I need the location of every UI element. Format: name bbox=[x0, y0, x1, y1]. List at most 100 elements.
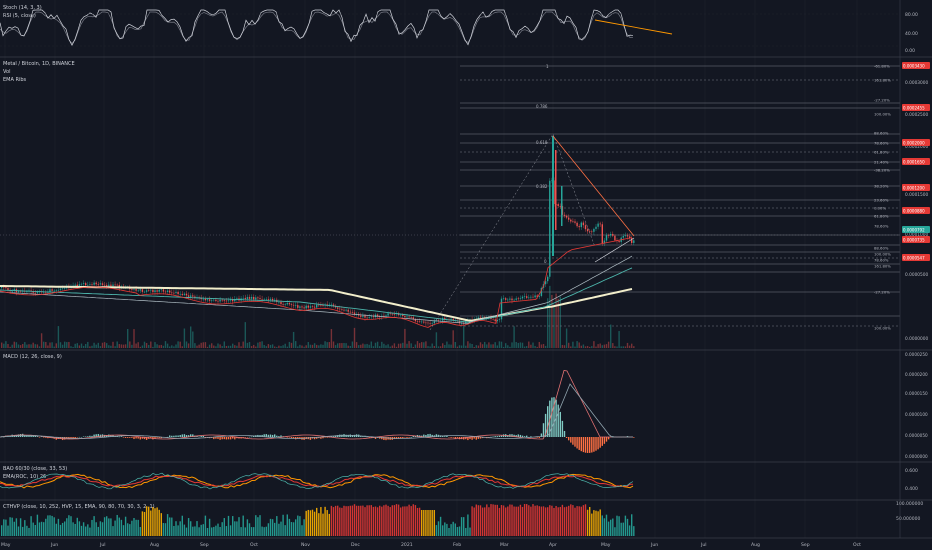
volume-bar-1 bbox=[3, 343, 5, 348]
cthvp-bar-95 bbox=[200, 524, 202, 536]
cthvp-bar-169 bbox=[355, 505, 358, 536]
macd-hist-bar-248 bbox=[521, 435, 524, 437]
volume-bar-179 bbox=[376, 341, 379, 348]
volume-bar-151 bbox=[318, 345, 320, 348]
candle-body-16 bbox=[34, 292, 36, 294]
volume-bar-176 bbox=[370, 341, 372, 348]
candle-body-204 bbox=[429, 323, 431, 324]
cthvp-bar-298 bbox=[626, 518, 629, 536]
volume-bar-200 bbox=[421, 342, 423, 348]
candle-body-142 bbox=[299, 306, 301, 308]
volume-bar-222 bbox=[467, 341, 469, 348]
candle-body-146 bbox=[307, 305, 309, 308]
time-label-1: Jun bbox=[50, 542, 58, 548]
cthvp-bar-26 bbox=[55, 523, 57, 536]
volume-bar-40 bbox=[85, 344, 87, 348]
candle-body-3 bbox=[7, 288, 9, 290]
candle-body-172 bbox=[362, 315, 364, 317]
cthvp-bar-25 bbox=[53, 517, 55, 536]
volume-bar-271 bbox=[570, 346, 572, 348]
cthvp-bar-60 bbox=[127, 523, 129, 536]
cthvp-bar-212 bbox=[446, 523, 448, 536]
candle-body-171 bbox=[360, 315, 362, 317]
macd-hist-bar-132 bbox=[278, 436, 280, 437]
cthvp-bar-145 bbox=[305, 510, 307, 536]
volume-bar-184 bbox=[387, 344, 389, 348]
cthvp-bar-55 bbox=[116, 514, 118, 536]
cthvp-bar-177 bbox=[372, 506, 375, 536]
macd-hist-bar-191 bbox=[402, 437, 404, 439]
macd-tick-1: 0.0000200 bbox=[905, 372, 928, 377]
volume-bar-22 bbox=[47, 345, 49, 348]
candle-body-254 bbox=[534, 295, 536, 298]
volume-bar-133 bbox=[280, 346, 282, 348]
macd-hist-bar-60 bbox=[127, 437, 129, 438]
cthvp-bar-1 bbox=[3, 519, 5, 536]
volume-bar-84 bbox=[177, 341, 179, 348]
cthvp-bar-241 bbox=[507, 506, 509, 536]
cthvp-bar-291 bbox=[612, 518, 614, 536]
candle-body-279 bbox=[586, 229, 589, 232]
candle-body-5 bbox=[11, 290, 13, 292]
macd-hist-bar-281 bbox=[591, 437, 593, 453]
cthvp-bar-220 bbox=[463, 517, 465, 536]
volume-bar-223 bbox=[469, 343, 471, 348]
cthvp-bar-63 bbox=[133, 518, 135, 536]
cthvp-bar-189 bbox=[397, 504, 400, 536]
cthvp-bar-240 bbox=[505, 507, 507, 536]
cthvp-bar-185 bbox=[389, 507, 391, 536]
volume-bar-148 bbox=[311, 344, 314, 348]
candle-body-278 bbox=[584, 225, 587, 230]
volume-bar-13 bbox=[28, 344, 30, 348]
candle-body-199 bbox=[418, 321, 421, 323]
cthvp-bar-223 bbox=[469, 527, 471, 536]
macd-hist-bar-175 bbox=[368, 437, 370, 438]
volume-bar-25 bbox=[53, 346, 55, 348]
cthvp-bar-32 bbox=[68, 515, 70, 536]
macd-hist-bar-195 bbox=[410, 436, 412, 438]
macd-hist-bar-234 bbox=[492, 436, 494, 438]
cthvp-bar-230 bbox=[484, 507, 486, 536]
volume-bar-284 bbox=[597, 344, 599, 348]
volume-bar-178 bbox=[374, 342, 377, 348]
volume-bar-225 bbox=[473, 346, 475, 348]
volume-bar-230 bbox=[484, 341, 486, 348]
cthvp-bar-253 bbox=[532, 504, 534, 536]
volume-bar-298 bbox=[626, 342, 629, 348]
cthvp-bar-72 bbox=[152, 507, 154, 536]
volume-bar-26 bbox=[55, 343, 57, 348]
volume-bar-62 bbox=[131, 344, 133, 348]
cthvp-bar-262 bbox=[551, 505, 553, 536]
cthvp-bar-186 bbox=[391, 505, 393, 536]
trading-chart[interactable]: Stoch (14, 3, 3) RSI (5, close) 80.00 40… bbox=[0, 0, 932, 550]
volume-bar-209 bbox=[439, 346, 442, 348]
fib-left-label-3: 0.382 bbox=[536, 184, 548, 189]
volume-bar-293 bbox=[616, 346, 618, 348]
cthvp-bar-183 bbox=[385, 504, 387, 536]
cthvp-bar-215 bbox=[452, 521, 454, 536]
cthvp-bar-42 bbox=[89, 527, 91, 536]
candle-body-62 bbox=[131, 289, 133, 290]
cthvp-bar-27 bbox=[57, 518, 60, 536]
volume-bar-195 bbox=[410, 343, 412, 348]
cthvp-bar-96 bbox=[202, 524, 204, 536]
cthvp-tick-50: 50.000000 bbox=[896, 516, 920, 522]
time-label-0: May bbox=[1, 542, 11, 548]
volume-bar-80 bbox=[169, 346, 171, 348]
stoch-tick-0: 0.00 bbox=[905, 48, 915, 54]
candle-body-244 bbox=[513, 299, 515, 301]
volume-bar-68 bbox=[143, 341, 146, 348]
cthvp-bar-228 bbox=[479, 505, 482, 536]
volume-bar-123 bbox=[259, 341, 261, 348]
cthvp-bar-114 bbox=[240, 527, 242, 536]
cthvp-bar-128 bbox=[269, 518, 272, 536]
cthvp-bar-18 bbox=[38, 522, 41, 536]
candle-body-69 bbox=[145, 290, 148, 292]
macd-hist-bar-81 bbox=[171, 435, 173, 437]
macd-hist-bar-116 bbox=[244, 437, 246, 438]
volume-bar-239 bbox=[502, 346, 505, 348]
candle-body-17 bbox=[36, 292, 39, 294]
cthvp-bar-263 bbox=[553, 507, 555, 536]
candle-body-108 bbox=[227, 300, 230, 302]
volume-bar-107 bbox=[225, 345, 228, 348]
